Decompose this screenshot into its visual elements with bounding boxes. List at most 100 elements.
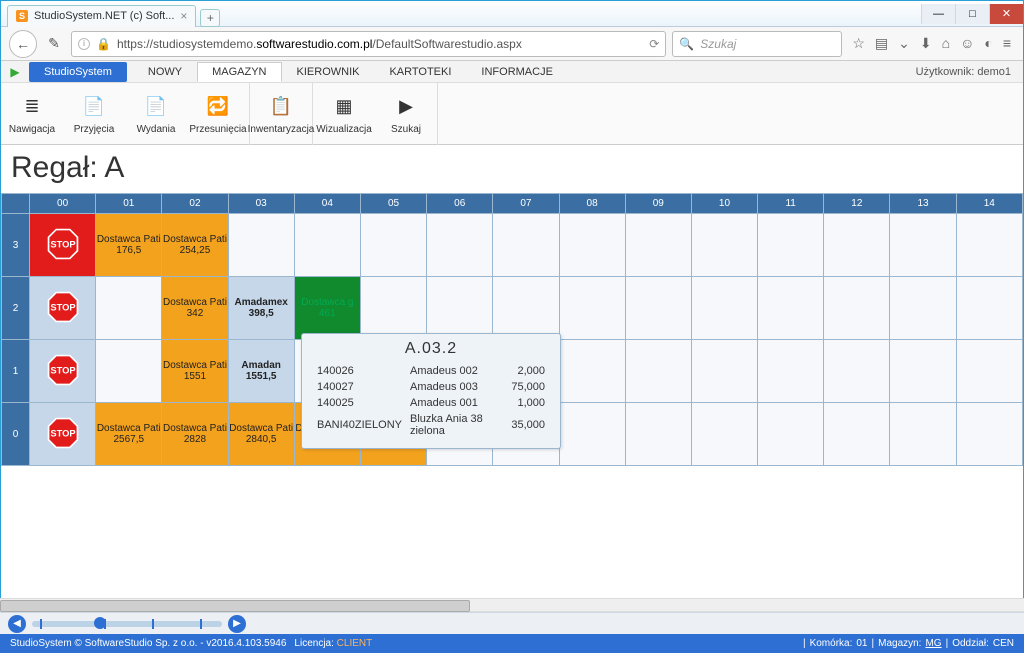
rack-cell[interactable] <box>360 277 426 340</box>
status-license: Licencja: CLIENT <box>294 638 372 649</box>
rack-cell[interactable]: Amadan1551,5 <box>228 340 294 403</box>
bookmark-icon[interactable]: ☆ <box>852 35 865 52</box>
rack-cell[interactable]: STOP <box>30 277 96 340</box>
rack-cell[interactable] <box>228 214 294 277</box>
tooltip-cell: Bluzka Ania 38 zielona <box>407 412 506 438</box>
rack-cell[interactable] <box>758 277 824 340</box>
rack-cell[interactable] <box>824 277 890 340</box>
rack-cell[interactable] <box>493 214 559 277</box>
rack-cell[interactable]: Dostawca Pati2828 <box>162 403 228 466</box>
rack-cell[interactable] <box>625 403 691 466</box>
ribbon-inwentaryzacja[interactable]: 📋Inwentaryzacja <box>250 93 312 135</box>
rack-cell[interactable] <box>890 340 956 403</box>
url-text: https://studiosystemdemo.softwarestudio.… <box>117 37 522 51</box>
window-close-button[interactable]: ✕ <box>989 4 1023 24</box>
rack-cell[interactable]: Amadamex398,5 <box>228 277 294 340</box>
slider-track[interactable] <box>32 621 222 627</box>
reload-icon[interactable]: ⟳ <box>649 37 659 51</box>
menu-icon[interactable]: ≡ <box>1003 35 1011 52</box>
menu-tab-nowy[interactable]: NOWY <box>133 62 197 82</box>
rack-cell[interactable] <box>890 403 956 466</box>
menu-tab-informacje[interactable]: INFORMACJE <box>466 62 568 82</box>
rack-cell[interactable] <box>691 340 757 403</box>
face-icon[interactable]: ☺ <box>960 35 974 52</box>
rack-cell[interactable] <box>691 277 757 340</box>
rack-cell[interactable] <box>758 340 824 403</box>
new-tab-button[interactable]: + <box>200 9 220 27</box>
tab-close-icon[interactable]: × <box>180 9 187 23</box>
site-info-icon[interactable]: i <box>78 38 90 50</box>
ribbon-przyjęcia[interactable]: 📄Przyjęcia <box>63 93 125 135</box>
rack-cell[interactable] <box>824 214 890 277</box>
rack-cell[interactable] <box>890 214 956 277</box>
cell-value: 398,5 <box>229 308 294 319</box>
ribbon-nawigacja[interactable]: ≣Nawigacja <box>1 93 63 135</box>
rack-cell[interactable] <box>956 340 1022 403</box>
ribbon-wizualizacja[interactable]: ▦Wizualizacja <box>313 93 375 135</box>
pocket-icon[interactable]: ⌄ <box>898 35 910 52</box>
slider-left-button[interactable]: ◀ <box>8 615 26 633</box>
row-header: 3 <box>2 214 30 277</box>
lock-icon: 🔒 <box>96 37 111 51</box>
rack-cell[interactable]: Dostawca Pati2840,5 <box>228 403 294 466</box>
menu-tab-kartoteki[interactable]: KARTOTEKI <box>374 62 466 82</box>
rack-cell[interactable] <box>625 340 691 403</box>
identity-icon[interactable]: ✎ <box>43 33 65 55</box>
horizontal-scrollbar[interactable] <box>0 598 1024 612</box>
search-box[interactable]: 🔍 Szukaj <box>672 31 842 57</box>
rack-cell[interactable] <box>625 214 691 277</box>
rack-cell[interactable]: Dostawca Pati1551 <box>162 340 228 403</box>
back-button[interactable]: ← <box>9 30 37 58</box>
rack-cell[interactable] <box>427 214 493 277</box>
rack-cell[interactable]: Dostawca Pati2567,5 <box>96 403 162 466</box>
ribbon-wydania[interactable]: 📄Wydania <box>125 93 187 135</box>
rack-cell[interactable] <box>956 214 1022 277</box>
menu-tab-magazyn[interactable]: MAGAZYN <box>197 62 281 82</box>
cell-value: 1551 <box>162 371 227 382</box>
rack-cell[interactable] <box>294 214 360 277</box>
slider-thumb[interactable] <box>94 617 106 629</box>
rack-cell[interactable] <box>890 277 956 340</box>
address-bar[interactable]: i 🔒 https://studiosystemdemo.softwarestu… <box>71 31 666 57</box>
rack-cell[interactable]: Dostawca Pati254,25 <box>162 214 228 277</box>
run-button[interactable]: ▶ <box>1 61 29 83</box>
rack-cell[interactable] <box>493 277 559 340</box>
rack-cell[interactable] <box>758 214 824 277</box>
rack-cell[interactable] <box>824 403 890 466</box>
menu-tab-kierownik[interactable]: KIEROWNIK <box>282 62 375 82</box>
rack-cell[interactable]: STOP <box>30 340 96 403</box>
rack-cell[interactable] <box>625 277 691 340</box>
cell-value: 2567,5 <box>96 434 161 445</box>
rack-cell[interactable] <box>691 403 757 466</box>
rack-cell[interactable] <box>956 277 1022 340</box>
rack-cell[interactable]: Dostawca g461 <box>294 277 360 340</box>
ribbon-szukaj[interactable]: ▶Szukaj <box>375 93 437 135</box>
rack-cell[interactable] <box>758 403 824 466</box>
rack-cell[interactable] <box>691 214 757 277</box>
rack-cell[interactable]: Dostawca Pati342 <box>162 277 228 340</box>
rack-cell[interactable] <box>96 340 162 403</box>
rack-cell[interactable]: Dostawca Pati176,5 <box>96 214 162 277</box>
menu-brand[interactable]: StudioSystem <box>29 62 127 82</box>
slider-right-button[interactable]: ▶ <box>228 615 246 633</box>
ribbon-przesunięcia[interactable]: 🔁Przesunięcia <box>187 93 249 135</box>
window-minimize-button[interactable]: — <box>921 4 955 24</box>
rack-cell[interactable] <box>360 214 426 277</box>
library-icon[interactable]: ▤ <box>875 35 888 52</box>
sync-icon[interactable]: ◐ <box>984 35 992 52</box>
browser-tab-active[interactable]: S StudioSystem.NET (c) Soft... × <box>7 5 196 27</box>
rack-cell[interactable] <box>824 340 890 403</box>
downloads-icon[interactable]: ⬇ <box>920 35 932 52</box>
rack-cell[interactable] <box>559 403 625 466</box>
rack-cell[interactable]: STOP <box>30 214 96 277</box>
rack-cell[interactable] <box>559 340 625 403</box>
rack-cell[interactable] <box>559 214 625 277</box>
rack-cell[interactable] <box>96 277 162 340</box>
stop-icon: STOP <box>46 290 80 324</box>
rack-cell[interactable] <box>956 403 1022 466</box>
rack-cell[interactable]: STOP <box>30 403 96 466</box>
rack-cell[interactable] <box>559 277 625 340</box>
window-maximize-button[interactable]: □ <box>955 4 989 24</box>
home-icon[interactable]: ⌂ <box>942 35 950 52</box>
rack-cell[interactable] <box>427 277 493 340</box>
